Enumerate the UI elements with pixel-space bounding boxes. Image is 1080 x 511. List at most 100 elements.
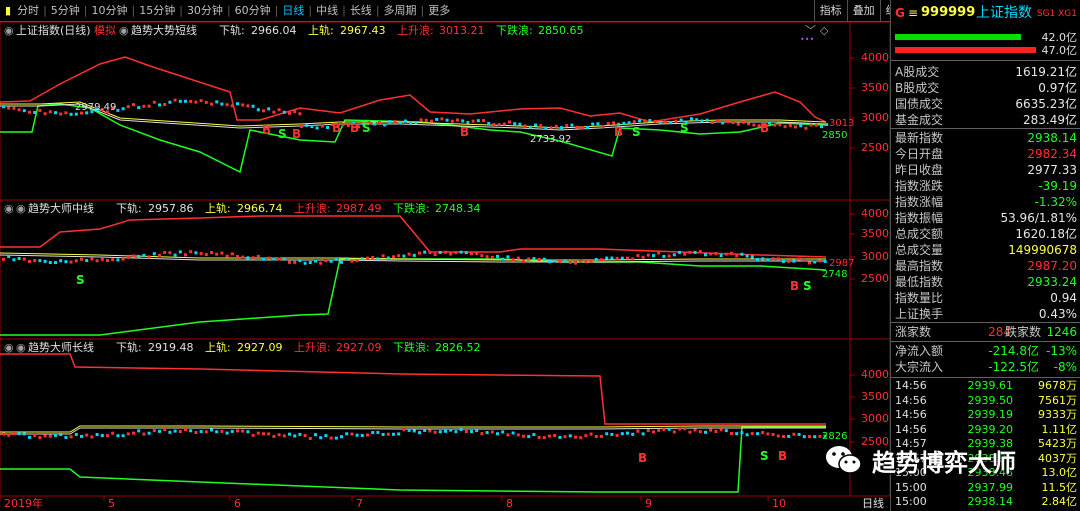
- candle-0: [293, 110, 297, 114]
- y-tick-label: 3000: [861, 412, 889, 425]
- candle-0: [606, 122, 610, 126]
- signal-badge: SG1 XG1: [1036, 9, 1077, 19]
- buy-signal: B: [332, 121, 342, 135]
- candle-2: [345, 432, 349, 436]
- candle-0: [627, 121, 631, 125]
- stat-row: 指数涨幅 -1.32%: [891, 194, 1080, 210]
- candle-1: [433, 253, 437, 257]
- tab-period-7[interactable]: 中线: [313, 0, 341, 22]
- candle-0: [450, 119, 454, 123]
- panel-menu-icon[interactable]: ◉: [4, 201, 14, 217]
- candle-2: [537, 435, 541, 439]
- candle-2: [267, 432, 271, 436]
- chart-area[interactable]: 4000 3500 3000 2500 4000 3500 3000 2500 4000 3500…: [0, 22, 890, 511]
- indicator-field-value: 2826.52: [435, 341, 481, 354]
- candle-1: [106, 259, 109, 263]
- buy-signal: B: [262, 123, 272, 137]
- candle-0: [814, 123, 818, 127]
- candle-1: [100, 257, 104, 261]
- candle-1: [178, 250, 182, 254]
- candle-0: [534, 123, 537, 127]
- candle-1: [48, 261, 52, 265]
- candle-2: [308, 436, 312, 440]
- candle-1: [298, 259, 302, 263]
- candle-2: [579, 436, 583, 440]
- candle-2: [22, 432, 26, 436]
- candle-2: [204, 430, 208, 434]
- sell-signal: S: [278, 127, 287, 141]
- candle-1: [355, 259, 359, 263]
- candle-0: [168, 100, 172, 104]
- tab-period-4[interactable]: 30分钟: [184, 0, 226, 22]
- candle-0: [528, 125, 532, 129]
- candle-1: [548, 260, 551, 264]
- candle-0: [132, 103, 135, 107]
- candle-1: [350, 259, 354, 263]
- candle-1: [657, 251, 661, 255]
- tab-period-2[interactable]: 10分钟: [89, 0, 131, 22]
- candle-2: [433, 430, 437, 434]
- candle-1: [80, 257, 83, 261]
- stat-label: 指数涨幅: [895, 195, 944, 209]
- indicator-icon[interactable]: ◉: [119, 23, 129, 39]
- volume-label: 基金成交: [895, 113, 944, 127]
- menu-icon[interactable]: ≡: [908, 3, 918, 23]
- candle-1: [329, 259, 333, 263]
- candle-0: [643, 119, 647, 123]
- flow-row: 净流入额 -214.8亿 -13%: [891, 343, 1080, 359]
- tab-period-1[interactable]: 5分钟: [48, 0, 83, 22]
- kline-chart[interactable]: [0, 22, 890, 511]
- candle-1: [272, 257, 276, 261]
- candle-1: [199, 252, 203, 256]
- tab-period-9[interactable]: 多周期: [381, 0, 420, 22]
- candle-1: [194, 251, 198, 255]
- candle-0: [752, 123, 756, 127]
- stat-value: 149990678: [1008, 243, 1077, 257]
- candle-0: [236, 102, 239, 106]
- candle-1: [610, 256, 614, 260]
- indicator-icon[interactable]: ◉: [16, 201, 26, 217]
- candle-2: [600, 434, 603, 438]
- flow-label: 净流入额: [895, 344, 944, 358]
- indicator-icon[interactable]: ◉: [16, 340, 26, 356]
- tab-period-0[interactable]: 分时: [14, 0, 42, 22]
- candle-2: [735, 432, 739, 436]
- panel-menu-icon[interactable]: ◉: [4, 340, 14, 356]
- candle-0: [638, 119, 641, 123]
- stat-value: 1620.18亿: [1015, 227, 1077, 241]
- candle-1: [620, 256, 624, 260]
- candle-2: [173, 429, 177, 433]
- candle-2: [163, 428, 167, 432]
- dropdown-arrow-icon[interactable]: ▮: [2, 0, 14, 22]
- indicator-field-label: 下轨:: [116, 341, 142, 354]
- candle-2: [215, 430, 219, 434]
- candle-0: [778, 123, 782, 127]
- tool-button-0[interactable]: 指标: [813, 0, 847, 22]
- index-header[interactable]: G ≡ 999999 上证指数 SG1 XG1: [891, 3, 1080, 23]
- candle-1: [745, 254, 749, 258]
- tab-period-6[interactable]: 日线: [279, 0, 307, 22]
- stat-value: 2977.33: [1027, 163, 1077, 177]
- tab-period-8[interactable]: 长线: [347, 0, 375, 22]
- candle-1: [210, 250, 213, 254]
- tool-button-1[interactable]: 叠加: [846, 0, 880, 22]
- candle-1: [667, 254, 671, 258]
- collapse-icon[interactable]: ◇: [820, 23, 828, 39]
- stat-label: 最高指数: [895, 259, 944, 273]
- candle-2: [438, 430, 442, 434]
- candle-0: [518, 122, 522, 126]
- candle-2: [17, 432, 21, 436]
- indicator-field-label: 上轨:: [205, 341, 231, 354]
- candle-0: [476, 119, 480, 123]
- tab-period-5[interactable]: 60分钟: [232, 0, 274, 22]
- candle-0: [710, 120, 714, 124]
- candle-2: [314, 433, 317, 437]
- candle-1: [7, 255, 11, 259]
- candle-2: [558, 435, 562, 439]
- candle-0: [664, 120, 667, 124]
- panel-frame-1: [0, 199, 890, 340]
- candle-0: [372, 122, 376, 126]
- tab-period-3[interactable]: 15分钟: [136, 0, 178, 22]
- tab-period-10[interactable]: 更多: [425, 0, 453, 22]
- panel-menu-icon[interactable]: ◉: [4, 23, 14, 39]
